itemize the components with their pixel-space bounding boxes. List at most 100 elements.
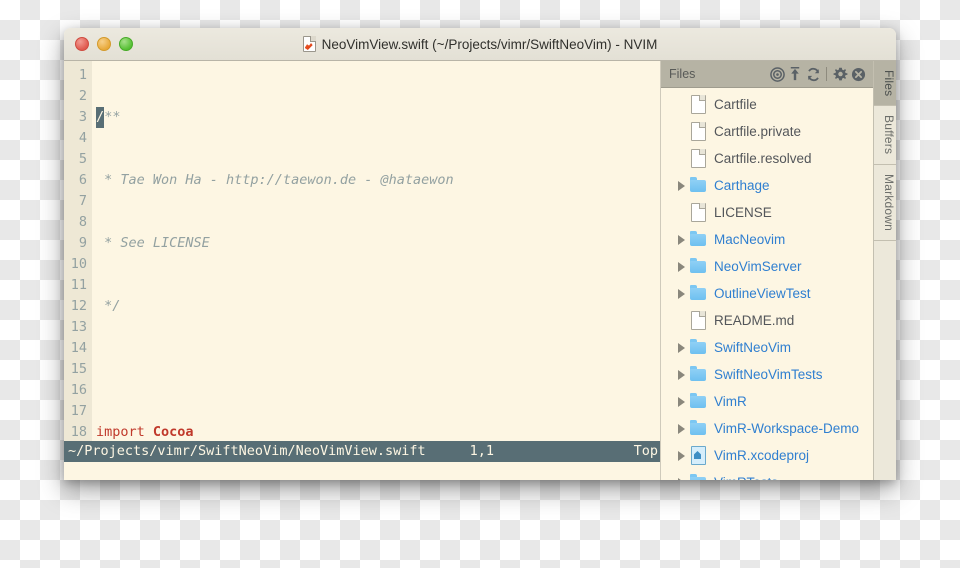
- text-cursor: /: [96, 107, 105, 128]
- line-number: 16: [70, 382, 87, 398]
- line-number: 2: [78, 88, 87, 104]
- line-number: 10: [70, 256, 87, 272]
- files-panel-title: Files: [669, 67, 696, 81]
- tab-buffers[interactable]: Buffers: [874, 106, 896, 165]
- file-tree-label: Cartfile.private: [714, 124, 802, 139]
- code-editor[interactable]: 1 2 3 4 5 6 7 8 9 10 11 12 13 14 15 16 1: [64, 61, 660, 441]
- gear-icon[interactable]: [831, 65, 849, 83]
- status-scroll-position: Top: [633, 443, 658, 459]
- file-tree-label: README.md: [714, 313, 795, 328]
- maximize-button[interactable]: [119, 37, 133, 51]
- title-bar: NeoVimView.swift (~/Projects/vimr/SwiftN…: [64, 28, 896, 61]
- status-file-path: ~/Projects/vimr/SwiftNeoVim/NeoVimView.s…: [68, 443, 426, 459]
- folder-icon: [689, 365, 707, 384]
- window-title: NeoVimView.swift (~/Projects/vimr/SwiftN…: [321, 36, 658, 52]
- code-text: /** * Tae Won Ha - http://taewon.de - @h…: [92, 61, 660, 441]
- file-tree-label: OutlineViewTest: [714, 286, 811, 301]
- file-tree-row[interactable]: MacNeovim: [661, 226, 873, 253]
- application-window: NeoVimView.swift (~/Projects/vimr/SwiftN…: [64, 28, 896, 480]
- folder-icon: [689, 473, 707, 480]
- disclosure-triangle-icon[interactable]: [673, 342, 689, 353]
- files-panel: Files Cartfile Cartfile.private Cartfile…: [660, 61, 873, 480]
- file-tree-row[interactable]: LICENSE: [661, 199, 873, 226]
- code-line: * Tae Won Ha - http://taewon.de - @hatae…: [96, 170, 660, 191]
- disclosure-triangle-icon[interactable]: [673, 369, 689, 380]
- line-number: 3: [78, 109, 87, 125]
- line-number: 17: [70, 403, 87, 419]
- folder-icon: [689, 392, 707, 411]
- tab-markdown[interactable]: Markdown: [874, 164, 896, 241]
- up-arrow-icon[interactable]: [786, 65, 804, 83]
- file-tree-row[interactable]: Cartfile: [661, 91, 873, 118]
- target-icon[interactable]: [768, 65, 786, 83]
- disclosure-triangle-icon[interactable]: [673, 423, 689, 434]
- line-number: 9: [78, 235, 87, 251]
- disclosure-triangle-icon[interactable]: [673, 396, 689, 407]
- close-button[interactable]: [75, 37, 89, 51]
- file-tree-row[interactable]: Carthage: [661, 172, 873, 199]
- code-token: import: [96, 424, 145, 440]
- disclosure-triangle-icon[interactable]: [673, 180, 689, 191]
- code-token: * See LICENSE: [96, 235, 210, 251]
- line-number: 14: [70, 340, 87, 356]
- disclosure-triangle-icon[interactable]: [673, 477, 689, 480]
- folder-icon: [689, 284, 707, 303]
- code-line: /**: [96, 107, 660, 128]
- file-tree-row[interactable]: Cartfile.private: [661, 118, 873, 145]
- file-tree-row[interactable]: NeoVimServer: [661, 253, 873, 280]
- file-tree-label: Cartfile.resolved: [714, 151, 812, 166]
- file-tree-row[interactable]: VimR.xcodeproj: [661, 442, 873, 469]
- line-number: 8: [78, 214, 87, 230]
- files-tree[interactable]: Cartfile Cartfile.private Cartfile.resolve…: [661, 88, 873, 480]
- refresh-icon[interactable]: [804, 65, 822, 83]
- toolbar-divider: [826, 67, 827, 81]
- disclosure-triangle-icon[interactable]: [673, 261, 689, 272]
- folder-icon: [689, 338, 707, 357]
- file-tree-row[interactable]: VimR: [661, 388, 873, 415]
- workspace-tab-bar: Files Buffers Markdown: [873, 61, 896, 480]
- file-tree-label: VimRTests: [714, 475, 778, 480]
- line-number-gutter: 1 2 3 4 5 6 7 8 9 10 11 12 13 14 15 16 1: [64, 61, 92, 441]
- file-tree-label: SwiftNeoVim: [714, 340, 792, 355]
- folder-icon: [689, 419, 707, 438]
- title-center-group: NeoVimView.swift (~/Projects/vimr/SwiftN…: [64, 36, 896, 52]
- document-icon: [689, 95, 707, 114]
- tab-files[interactable]: Files: [874, 61, 896, 107]
- disclosure-triangle-icon[interactable]: [673, 450, 689, 461]
- file-tree-row[interactable]: VimRTests: [661, 469, 873, 480]
- line-number: 18: [70, 424, 87, 440]
- disclosure-triangle-icon[interactable]: [673, 234, 689, 245]
- file-tree-row[interactable]: Cartfile.resolved: [661, 145, 873, 172]
- line-number: 4: [78, 130, 87, 146]
- file-tree-row[interactable]: SwiftNeoVimTests: [661, 361, 873, 388]
- line-number: 15: [70, 361, 87, 377]
- folder-icon: [689, 176, 707, 195]
- file-tree-row[interactable]: VimR-Workspace-Demo: [661, 415, 873, 442]
- file-tree-label: Cartfile: [714, 97, 757, 112]
- line-number: 7: [78, 193, 87, 209]
- line-number: 11: [70, 277, 87, 293]
- line-number: 1: [78, 67, 87, 83]
- file-tree-row[interactable]: README.md: [661, 307, 873, 334]
- code-line: */: [96, 296, 660, 317]
- minimize-button[interactable]: [97, 37, 111, 51]
- file-tree-label: MacNeovim: [714, 232, 786, 247]
- xcodeproj-icon: [689, 446, 707, 465]
- editor-pane: 1 2 3 4 5 6 7 8 9 10 11 12 13 14 15 16 1: [64, 61, 660, 480]
- line-number: 12: [70, 298, 87, 314]
- code-token: Cocoa: [152, 424, 194, 440]
- file-tree-row[interactable]: OutlineViewTest: [661, 280, 873, 307]
- folder-icon: [689, 257, 707, 276]
- swift-file-icon: [302, 36, 316, 52]
- close-icon[interactable]: [849, 65, 867, 83]
- document-icon: [689, 149, 707, 168]
- file-tree-label: VimR.xcodeproj: [714, 448, 810, 463]
- file-tree-label: VimR-Workspace-Demo: [714, 421, 860, 436]
- document-icon: [689, 311, 707, 330]
- code-line: * See LICENSE: [96, 233, 660, 254]
- file-tree-row[interactable]: SwiftNeoVim: [661, 334, 873, 361]
- disclosure-triangle-icon[interactable]: [673, 288, 689, 299]
- line-number: 13: [70, 319, 87, 335]
